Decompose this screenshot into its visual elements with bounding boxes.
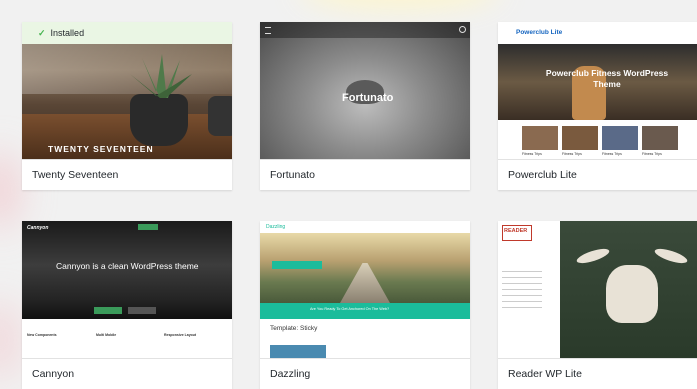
tile-caption: Fitness Trips xyxy=(562,152,582,156)
check-icon: ✓ xyxy=(38,28,46,38)
theme-screenshot[interactable]: Fortunato xyxy=(260,22,470,160)
tile-3 xyxy=(602,126,638,150)
theme-screenshot[interactable]: Dazzling Are You Ready To Get Anchored O… xyxy=(260,221,470,359)
cta-button-secondary xyxy=(128,307,156,314)
theme-card-reader-wp-lite[interactable]: READER Reader WP Lite xyxy=(498,221,697,389)
column-heading: Responsive Layout xyxy=(164,333,197,337)
cta-banner-text: Are You Ready To Get Anchored On The Web… xyxy=(310,307,390,311)
horn-left xyxy=(575,245,611,267)
theme-card-powerclub-lite[interactable]: Powerclub Lite Powerclub Fitness WordPre… xyxy=(498,22,697,190)
nav-button xyxy=(138,224,158,230)
hero-image xyxy=(560,221,697,359)
nav-bar xyxy=(260,22,470,38)
theme-card-cannyon[interactable]: Cannyon Cannyon is a clean WordPress the… xyxy=(22,221,232,389)
theme-name: Fortunato xyxy=(260,159,470,190)
plant-pot-right xyxy=(208,96,232,136)
installed-banner: ✓ Installed xyxy=(22,22,232,44)
theme-name: Reader WP Lite xyxy=(498,358,697,389)
hero-caption-box xyxy=(272,261,322,269)
theme-name: Dazzling xyxy=(260,358,470,389)
cta-banner xyxy=(260,303,470,319)
tile-caption: Fitness Trips xyxy=(642,152,662,156)
theme-name: Twenty Seventeen xyxy=(22,159,232,190)
tile-caption: Fitness Trips xyxy=(522,152,542,156)
menu-icon xyxy=(265,27,271,34)
brand-name: READER xyxy=(504,228,528,234)
plant-pot xyxy=(130,94,188,146)
horn-right xyxy=(653,245,689,267)
theme-screenshot[interactable]: Cannyon Cannyon is a clean WordPress the… xyxy=(22,221,232,359)
theme-screenshot[interactable]: READER xyxy=(498,221,697,359)
skull xyxy=(606,265,658,323)
post-thumbnail xyxy=(270,345,326,359)
hero-title: TWENTY SEVENTEEN xyxy=(48,144,154,154)
tile-caption: Fitness Trips xyxy=(602,152,622,156)
background-glow-left xyxy=(0,150,20,230)
road xyxy=(340,263,390,303)
theme-card-fortunato[interactable]: Fortunato Fortunato xyxy=(260,22,470,190)
hero-title: Cannyon is a clean WordPress theme xyxy=(56,261,199,271)
tile-1 xyxy=(522,126,558,150)
theme-card-twenty-seventeen[interactable]: ✓ Installed TWENTY SEVENTEEN Twenty Seven… xyxy=(22,22,232,190)
background-glow-left-lower xyxy=(0,300,20,380)
sidebar-lines xyxy=(502,271,542,311)
post-title: Template: Sticky xyxy=(270,325,318,332)
brand-name: Dazzling xyxy=(266,224,286,230)
brand-name: Powerclub Lite xyxy=(516,29,563,36)
column-heading: New Components xyxy=(27,333,57,337)
theme-name: Powerclub Lite xyxy=(498,159,697,190)
hero-title: Fortunato xyxy=(342,92,394,104)
column-heading: Multi Mobile xyxy=(96,333,117,337)
brand-name: Cannyon xyxy=(27,225,49,231)
hero-title: Powerclub Fitness WordPress Theme xyxy=(545,68,669,89)
background-glow xyxy=(300,0,500,10)
cta-button xyxy=(94,307,122,314)
tile-4 xyxy=(642,126,678,150)
theme-card-dazzling[interactable]: Dazzling Are You Ready To Get Anchored O… xyxy=(260,221,470,389)
theme-name: Cannyon xyxy=(22,358,232,389)
tile-2 xyxy=(562,126,598,150)
theme-screenshot[interactable]: Powerclub Lite Powerclub Fitness WordPre… xyxy=(498,22,697,160)
search-icon xyxy=(459,26,466,33)
plant-leaves xyxy=(130,54,192,98)
